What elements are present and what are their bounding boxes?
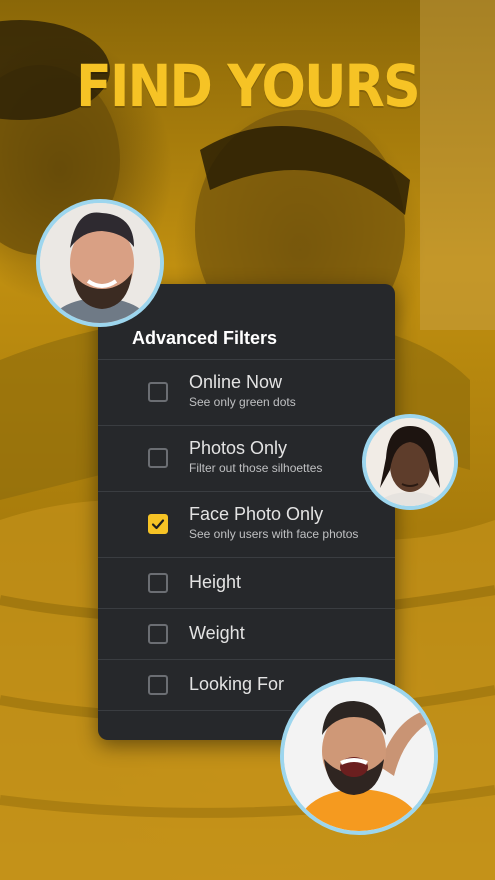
profile-avatar: [280, 677, 438, 835]
check-icon: [151, 519, 165, 530]
checkbox-looking-for[interactable]: [148, 675, 168, 695]
filter-label: Weight: [189, 623, 245, 643]
filter-description: See only users with face photos: [189, 527, 359, 541]
filter-label: Photos Only: [189, 438, 288, 458]
filter-label: Height: [189, 572, 242, 592]
filter-row-photos-only[interactable]: Photos Only Filter out those silhoettes: [98, 426, 395, 492]
filter-label: Face Photo Only: [189, 504, 324, 524]
checkbox-weight[interactable]: [148, 624, 168, 644]
checkbox-height[interactable]: [148, 573, 168, 593]
filter-row-weight[interactable]: Weight: [98, 609, 395, 660]
filter-label: Online Now: [189, 372, 283, 392]
headline: FIND YOURS: [76, 52, 421, 120]
profile-avatar: [36, 199, 164, 327]
filter-row-face-photo-only[interactable]: Face Photo Only See only users with face…: [98, 492, 395, 558]
checkbox-face-photo-only[interactable]: [148, 514, 168, 534]
checkbox-online-now[interactable]: [148, 382, 168, 402]
filter-description: Filter out those silhoettes: [189, 461, 323, 475]
advanced-filters-panel: Advanced Filters Online Now See only gre…: [98, 284, 395, 740]
filter-label: Looking For: [189, 674, 285, 694]
profile-avatar: [362, 414, 458, 510]
filter-row-online-now[interactable]: Online Now See only green dots: [98, 360, 395, 426]
checkbox-photos-only[interactable]: [148, 448, 168, 468]
filter-description: See only green dots: [189, 395, 296, 409]
filter-row-height[interactable]: Height: [98, 558, 395, 609]
